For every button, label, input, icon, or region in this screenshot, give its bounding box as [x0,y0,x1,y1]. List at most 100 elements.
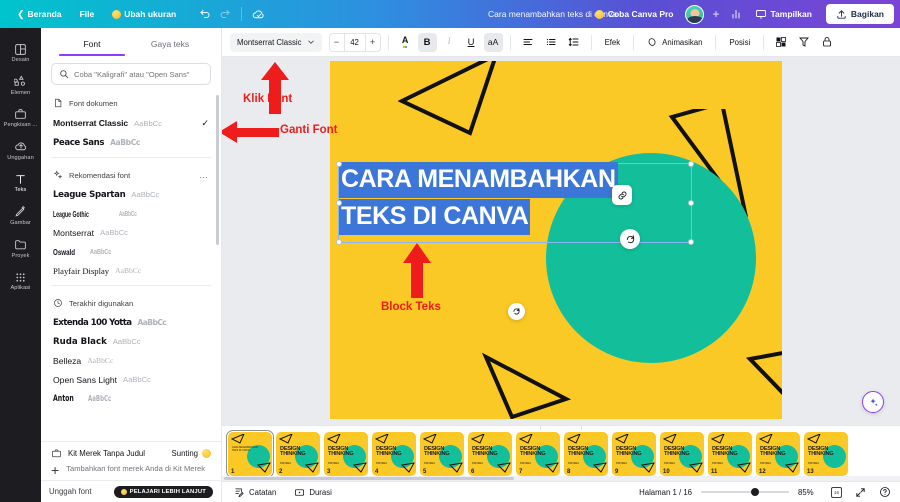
brand-kit-add-font-button[interactable]: + Tambahkan font merek Anda di Kit Merek [51,459,211,477]
thumbnail-page-13[interactable]: DESIGN THINKING PROSES 13 [804,431,848,476]
sidebar-item-pengkisan[interactable]: Pengkisan ... [2,101,40,134]
thumbnail-page-10[interactable]: DESIGN THINKING PROSES 10 [660,431,704,476]
transparency-button[interactable] [771,33,791,52]
home-button[interactable]: ❮ Beranda [8,5,71,24]
font-search-input[interactable] [74,69,203,79]
zoom-slider[interactable] [701,487,789,497]
help-button[interactable] [877,485,892,500]
font-option-extenda-100-yotta[interactable]: Extenda 100 Yotta AaBbCc [41,313,221,332]
resize-handle-top-left[interactable] [336,161,342,167]
insights-button[interactable] [726,4,746,24]
transparency-icon [776,37,787,47]
sidebar-item-aplikasi[interactable]: Aplikasi [2,264,40,297]
resize-handle-bottom-left[interactable] [336,239,342,245]
sidebar-item-elemen[interactable]: Elemen [2,69,40,102]
page-filmstrip[interactable]: CARA MENAMBAHKAN TEKS DI CANVA 1 DESIGN T… [222,425,900,481]
font-list[interactable]: Font dokumen Montserrat Classic AaBbCc ✓… [41,91,221,441]
cloud-sync-button[interactable] [248,4,268,24]
link-button[interactable] [612,185,632,205]
font-option-league-gothic[interactable]: League Gothic AaBbCc [41,204,221,223]
present-button[interactable]: Tampilkan [747,4,820,24]
copy-style-button[interactable] [794,33,814,52]
upload-font-button[interactable]: Unggah font [49,487,91,496]
duration-button[interactable]: Durasi [290,484,336,501]
magic-studio-button[interactable] [862,391,884,413]
thumbnail-page-12[interactable]: DESIGN THINKING PROSES 12 [756,431,800,476]
undo-button[interactable] [195,4,215,24]
bullet-list-button[interactable] [541,33,561,52]
brand-kit-row[interactable]: Kit Merek Tanpa Judul Sunting [51,448,211,459]
thumbnail-page-4[interactable]: DESIGN THINKING PROSES 4 [372,431,416,476]
position-button[interactable]: Posisi [723,33,756,52]
filmstrip-scrollbar-thumb[interactable] [224,477,514,480]
font-option-montserrat[interactable]: Montserrat AaBbCc [41,223,221,242]
font-option-belleza[interactable]: Belleza AaBbCc [41,351,221,370]
thumbnail-page-7[interactable]: DESIGN THINKING PROSES 7 [516,431,560,476]
brand-kit-edit-button[interactable]: Sunting [172,449,211,458]
sidebar-item-unggahan[interactable]: Unggahan [2,134,40,167]
font-search-box[interactable] [51,63,211,85]
design-page[interactable]: CARA MENAMBAHKAN TEKS DI CANVA [330,61,782,419]
fullscreen-button[interactable] [853,485,868,500]
invite-members-button[interactable]: + [707,7,724,21]
filmstrip-collapse-button[interactable] [540,426,582,430]
underline-button[interactable]: U [462,33,481,52]
avatar[interactable] [685,4,705,24]
font-size-increase-button[interactable]: + [366,37,380,47]
thumbnail-page-2[interactable]: DESIGN THINKING PROSES 2 [276,431,320,476]
text-case-button[interactable]: aA [483,32,503,52]
notes-button[interactable]: Catatan [230,484,280,501]
thumbnail-page-9[interactable]: DESIGN THINKING PROSES 9 [612,431,656,476]
tab-font[interactable]: Font [53,34,131,56]
animate-button[interactable]: Animasikan [641,33,708,52]
grid-view-button[interactable]: 16 [829,485,844,500]
resize-handle-bottom-right[interactable] [688,239,694,245]
try-canva-pro-button[interactable]: Coba Canva Pro [586,5,683,23]
learn-more-button[interactable]: PELAJARI LEBIH LANJUT [113,485,213,498]
text-color-button[interactable]: A [396,33,415,52]
section-menu-button[interactable]: … [199,170,209,180]
redo-button[interactable] [215,4,235,24]
tab-gaya-teks[interactable]: Gaya teks [131,34,209,56]
font-option-peace-sans[interactable]: Peace Sans AaBbCc [41,133,221,152]
element-rotate-handle[interactable] [508,303,525,320]
bold-button[interactable]: B [417,32,437,52]
selected-text-element[interactable]: CARA MENAMBAHKAN TEKS DI CANVA [336,161,694,245]
font-option-league-spartan[interactable]: League Spartan AaBbCc [41,185,221,204]
share-button[interactable]: Bagikan [825,4,894,24]
font-panel: Font Gaya teks Font dokumen [41,28,222,502]
sidebar-item-desain[interactable]: Desain [2,36,40,69]
font-size-input[interactable]: 42 [343,33,366,51]
resize-handle-middle-left[interactable] [336,200,342,206]
font-option-open-sans-light[interactable]: Open Sans Light AaBbCc [41,370,221,389]
file-menu-button[interactable]: File [71,5,104,23]
lock-button[interactable] [817,33,837,52]
line-spacing-button[interactable] [564,33,584,52]
font-option-anton[interactable]: Anton AaBbCc [41,389,221,408]
sidebar-item-teks[interactable]: Teks [2,166,40,199]
font-size-decrease-button[interactable]: − [330,37,344,47]
resize-handle-top-right[interactable] [688,161,694,167]
thumbnail-page-1[interactable]: CARA MENAMBAHKAN TEKS DI CANVA 1 [225,429,275,478]
italic-button[interactable]: I [440,33,459,52]
font-size-stepper[interactable]: − 42 + [328,32,381,52]
thumbnail-page-6[interactable]: DESIGN THINKING PROSES 6 [468,431,512,476]
font-option-oswald[interactable]: Oswald AaBbCc [41,242,221,261]
thumbnail-page-11[interactable]: DESIGN THINKING PROSES 11 [708,431,752,476]
font-option-ruda-black[interactable]: Ruda Black AaBbCc [41,332,221,351]
resize-button[interactable]: Ubah ukuran [103,5,185,23]
sidebar-item-gambar[interactable]: Gambar [2,199,40,232]
effects-button[interactable]: Efek [599,33,627,52]
text-align-button[interactable] [518,33,538,52]
sidebar-item-proyek[interactable]: Proyek [2,232,40,265]
font-option-montserrat-classic[interactable]: Montserrat Classic AaBbCc ✓ [41,113,221,133]
thumbnail-page-8[interactable]: DESIGN THINKING PROSES 8 [564,431,608,476]
canvas-stage[interactable]: CARA MENAMBAHKAN TEKS DI CANVA Klik Font… [222,57,900,425]
zoom-slider-knob[interactable] [751,488,760,496]
font-option-playfair-display[interactable]: Playfair Display AaBbCc [41,261,221,280]
font-family-select[interactable]: Montserrat Classic [230,32,322,52]
thumbnail-page-3[interactable]: DESIGN THINKING PROSES 3 [324,431,368,476]
thumbnail-page-5[interactable]: DESIGN THINKING PROSES 5 [420,431,464,476]
resize-handle-middle-right[interactable] [688,200,694,206]
rotate-page-button[interactable] [620,229,640,249]
